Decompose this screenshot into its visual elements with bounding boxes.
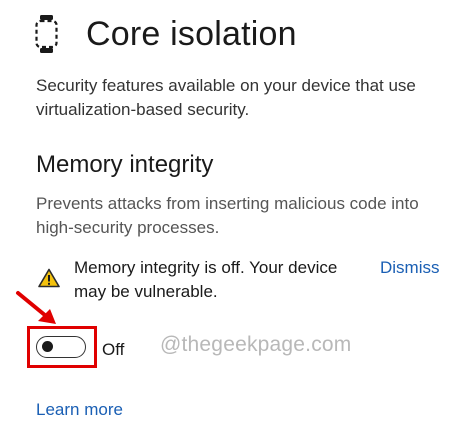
toggle-state-label: Off (102, 340, 125, 359)
intro-text: Security features available on your devi… (36, 76, 416, 119)
learn-more-link[interactable]: Learn more (36, 398, 123, 422)
memory-integrity-heading: Memory integrity (36, 151, 214, 178)
warning-message: Memory integrity is off. Your device may… (74, 258, 338, 301)
watermark-text: @thegeekpage.com (160, 333, 352, 356)
page-title: Core isolation (86, 15, 297, 53)
memory-integrity-toggle[interactable] (36, 336, 86, 358)
page-header: Core isolation (34, 14, 297, 54)
dismiss-link[interactable]: Dismiss (380, 256, 440, 280)
red-arrow-icon (16, 291, 56, 324)
memory-integrity-description: Prevents attacks from inserting maliciou… (36, 194, 419, 237)
toggle-knob (42, 341, 53, 352)
memory-integrity-warning: Memory integrity is off. Your device may… (38, 256, 453, 304)
core-isolation-chip-icon (35, 15, 58, 53)
core-isolation-page: Core isolation Security features availab… (0, 0, 464, 429)
warning-triangle-icon (38, 268, 60, 288)
